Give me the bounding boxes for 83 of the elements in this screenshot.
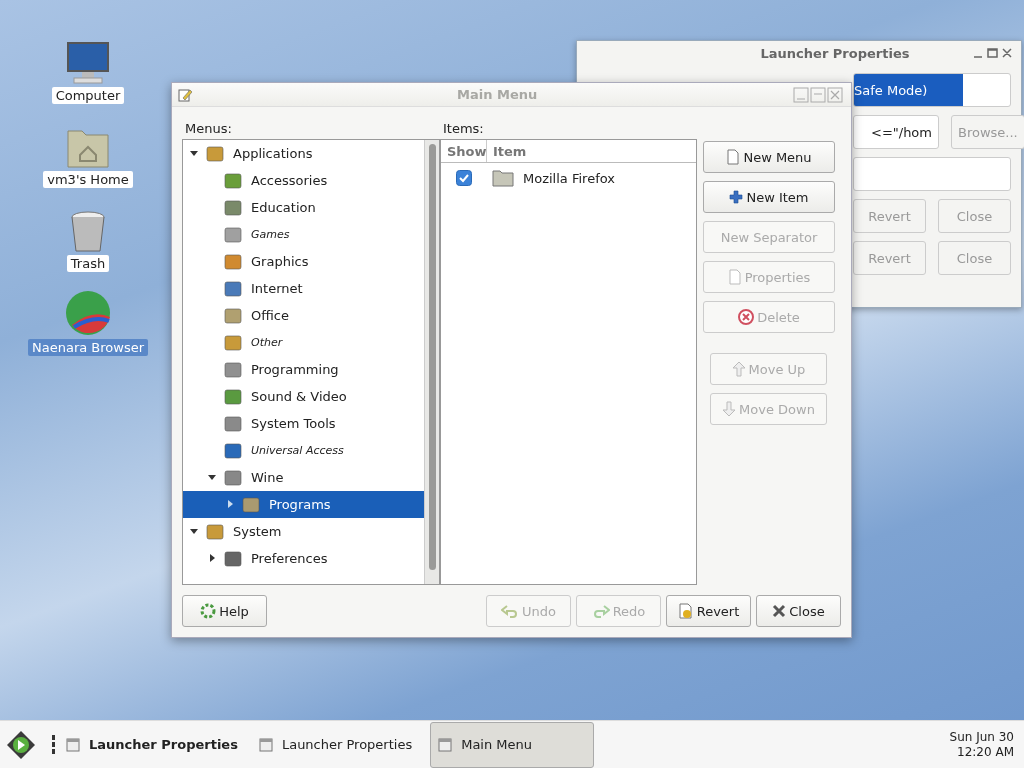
tree-item[interactable]: Education: [183, 194, 424, 221]
tree-item[interactable]: Programs: [183, 491, 424, 518]
category-icon: [223, 386, 243, 407]
computer-icon[interactable]: [64, 41, 112, 85]
tree-item[interactable]: Graphics: [183, 248, 424, 275]
start-menu-icon[interactable]: [6, 729, 36, 760]
category-icon: [223, 440, 243, 461]
tree-item[interactable]: System: [183, 518, 424, 545]
window-icon: [437, 736, 454, 753]
category-icon: [223, 224, 243, 245]
close-icon: [772, 604, 787, 618]
window-icon: [257, 736, 274, 753]
expander-icon[interactable]: [189, 526, 199, 536]
footer-button[interactable]: Close: [756, 595, 841, 627]
desktop-icon-label[interactable]: Naenara Browser: [28, 339, 148, 356]
desktop-icon-label[interactable]: Trash: [66, 255, 110, 272]
category-icon: [223, 170, 243, 191]
category-icon: [205, 521, 225, 542]
tree-item[interactable]: Programming: [183, 356, 424, 383]
globe-icon[interactable]: [64, 289, 112, 337]
tree-item[interactable]: Applications: [183, 140, 424, 167]
document-revert-icon: [677, 603, 694, 619]
window-controls-icon[interactable]: [973, 47, 1013, 59]
item-name: Mozilla Firefox: [523, 170, 615, 186]
taskbar-button[interactable]: Main Menu: [430, 721, 595, 768]
desktop-icon-label[interactable]: vm3's Home: [43, 171, 133, 188]
category-icon: [223, 278, 243, 299]
time-text: 12:20 AM: [957, 744, 1014, 760]
tree-item[interactable]: Office: [183, 302, 424, 329]
document-icon: [727, 269, 742, 285]
delete-icon: [738, 309, 755, 325]
taskbar-button[interactable]: Launcher Properties: [255, 722, 423, 767]
down-arrow-icon: [722, 401, 737, 417]
tree-item[interactable]: Wine: [183, 464, 424, 491]
clock[interactable]: Sun Jun 30 12:20 AM: [949, 729, 1014, 760]
category-icon: [241, 494, 261, 515]
help-icon: [200, 603, 217, 619]
action-button[interactable]: New Menu: [703, 141, 835, 173]
tree-item[interactable]: Accessories: [183, 167, 424, 194]
edit-icon: [178, 87, 192, 102]
category-icon: [205, 143, 225, 164]
up-arrow-icon: [731, 361, 746, 377]
category-icon: [223, 332, 243, 353]
scrollbar-thumb[interactable]: [428, 144, 436, 570]
tree-item[interactable]: Sound & Video: [183, 383, 424, 410]
tree-item[interactable]: Internet: [183, 275, 424, 302]
category-icon: [223, 197, 243, 218]
name-field[interactable]: Safe Mode): [853, 73, 1011, 107]
command-field[interactable]: <="/hom: [853, 115, 939, 149]
menus-label: Menus:: [184, 121, 233, 138]
drag-handle-icon[interactable]: [52, 735, 55, 754]
folder-icon: [491, 168, 515, 188]
tree-item[interactable]: Universal Access: [183, 437, 424, 464]
desktop-icon-label[interactable]: Computer: [51, 87, 125, 104]
window-icon: [65, 736, 81, 753]
tree-item[interactable]: Games: [183, 221, 424, 248]
taskbar-button[interactable]: Launcher Properties: [63, 722, 248, 767]
category-icon: [223, 305, 243, 326]
expander-icon[interactable]: [189, 148, 199, 158]
category-icon: [223, 251, 243, 272]
comment-field[interactable]: [853, 157, 1011, 191]
show-checkbox[interactable]: [456, 170, 472, 186]
expander-icon[interactable]: [207, 553, 217, 563]
tree-item[interactable]: Preferences: [183, 545, 424, 572]
window-title: Launcher Properties: [759, 45, 911, 61]
tree-item[interactable]: Other: [183, 329, 424, 356]
category-icon: [223, 548, 243, 569]
tree-item[interactable]: System Tools: [183, 410, 424, 437]
help-button[interactable]: Help: [182, 595, 267, 627]
items-label: Items:: [442, 121, 485, 138]
category-icon: [223, 467, 243, 488]
plus-icon: [729, 190, 744, 204]
document-icon: [726, 149, 741, 165]
window-title: Main Menu: [457, 87, 538, 102]
category-icon: [223, 413, 243, 434]
action-button[interactable]: New Item: [703, 181, 835, 213]
category-icon: [223, 359, 243, 380]
date-text: Sun Jun 30: [949, 729, 1014, 745]
scrollbar[interactable]: [424, 140, 439, 584]
column-header[interactable]: Item: [487, 140, 696, 162]
footer-button[interactable]: Revert: [666, 595, 751, 627]
column-header[interactable]: Show: [441, 140, 487, 162]
expander-icon[interactable]: [207, 472, 217, 482]
